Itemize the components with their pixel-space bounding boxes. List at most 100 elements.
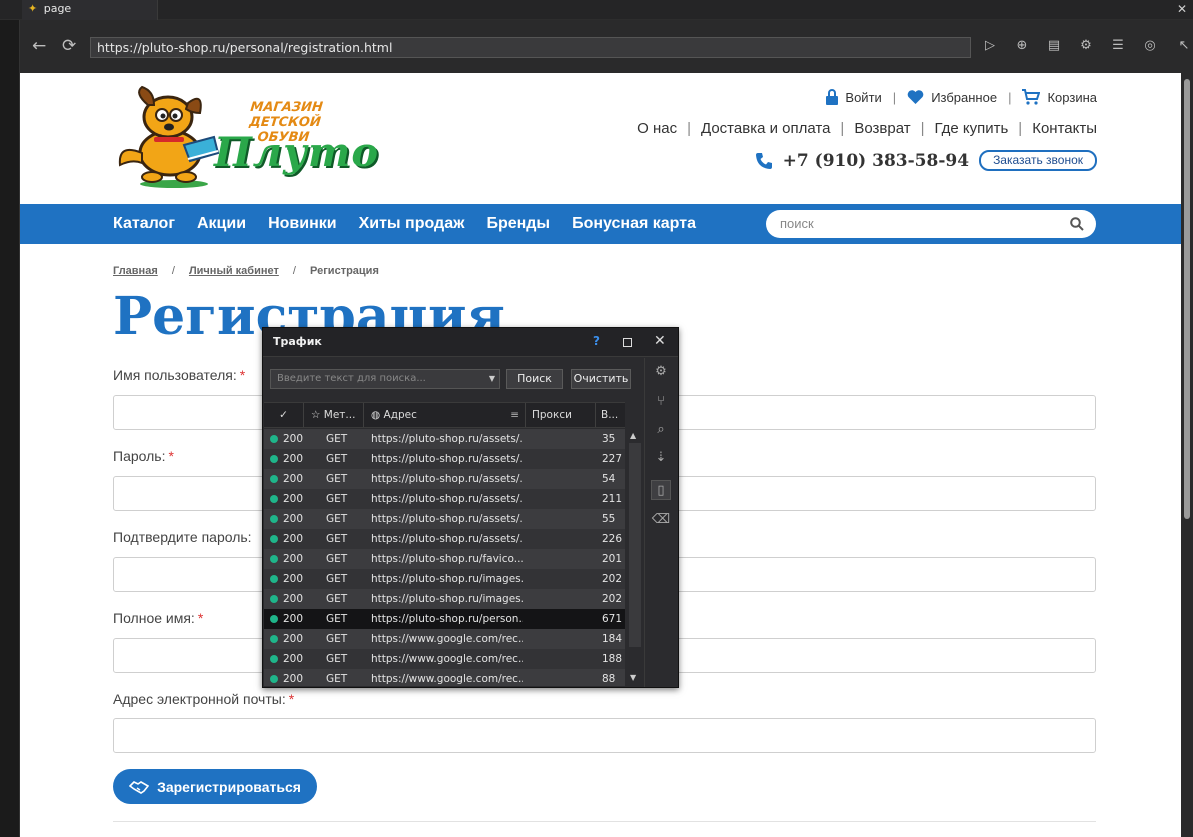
- nav-bestsellers[interactable]: Хиты продаж: [359, 215, 465, 233]
- traffic-row[interactable]: 200 GET https://www.google.com/rec... 184: [264, 629, 625, 649]
- row-size: 35: [602, 433, 616, 445]
- row-status: 200: [283, 533, 304, 545]
- traffic-row[interactable]: 200 GET https://www.google.com/rec... 88: [264, 669, 625, 686]
- traffic-scrollbar[interactable]: ▲ ▼: [627, 429, 643, 686]
- reload-icon[interactable]: ⟳: [62, 37, 76, 55]
- site-logo[interactable]: МАГАЗИН ДЕТСКОЙ ОБУВИ Плуто: [112, 83, 378, 188]
- dog-favicon-icon: ✦: [28, 2, 38, 15]
- search-input[interactable]: поиск: [766, 210, 1096, 238]
- traffic-row[interactable]: 200 GET https://pluto-shop.ru/images... 202: [264, 589, 625, 609]
- divider: [113, 821, 1096, 822]
- tab-title: page: [43, 2, 72, 15]
- info-menu: О нас | Доставка и оплата | Возврат | Гд…: [637, 120, 1097, 137]
- cursor-icon[interactable]: ↖: [1176, 38, 1192, 54]
- size-column[interactable]: В...: [596, 403, 625, 427]
- traffic-row[interactable]: 200 GET https://pluto-shop.ru/assets/... 35: [264, 429, 625, 449]
- nav-new[interactable]: Новинки: [268, 215, 337, 233]
- chevron-down-icon[interactable]: ▼: [489, 370, 495, 388]
- row-status: 200: [283, 473, 304, 485]
- database-icon[interactable]: ☰: [1110, 38, 1126, 54]
- heart-icon: [907, 89, 924, 104]
- traffic-row[interactable]: 200 GET https://pluto-shop.ru/assets/... 22…: [264, 449, 625, 469]
- traffic-search-button[interactable]: Поиск: [506, 369, 563, 389]
- nav-bonus-card[interactable]: Бонусная карта: [572, 215, 696, 233]
- separator: |: [892, 89, 897, 105]
- traffic-row[interactable]: 200 GET https://pluto-shop.ru/assets/... 21…: [264, 489, 625, 509]
- proxy-column[interactable]: Прокси: [526, 403, 596, 427]
- cart-link[interactable]: Корзина: [1022, 89, 1097, 105]
- email-field[interactable]: [113, 718, 1096, 753]
- search-icon[interactable]: ⌕: [651, 420, 671, 440]
- row-method: GET: [326, 493, 348, 505]
- breadcrumb-cabinet[interactable]: Личный кабинет: [189, 265, 279, 277]
- sort-down-icon[interactable]: ⇣: [651, 448, 671, 468]
- row-url: https://www.google.com/rec...: [371, 653, 523, 665]
- traffic-scrollbar-thumb[interactable]: [629, 443, 641, 647]
- row-status: 200: [283, 553, 304, 565]
- row-url: https://pluto-shop.ru/assets/...: [371, 493, 523, 505]
- branch-icon[interactable]: ⑂: [651, 392, 671, 412]
- device-icon[interactable]: ▯: [651, 480, 671, 500]
- method-column[interactable]: ☆ Мет...: [304, 403, 364, 427]
- close-icon[interactable]: ✕: [654, 333, 666, 349]
- scroll-up-icon[interactable]: ▲: [630, 431, 636, 440]
- traffic-clear-button[interactable]: Очистить: [571, 369, 631, 389]
- check-column[interactable]: ✓: [264, 403, 304, 427]
- row-url: https://pluto-shop.ru/assets/...: [371, 513, 523, 525]
- row-status: 200: [283, 453, 304, 465]
- help-icon[interactable]: ?: [593, 334, 600, 348]
- traffic-titlebar[interactable]: Трафик ? ✕: [263, 328, 678, 357]
- login-link[interactable]: Войти: [826, 89, 882, 105]
- traffic-row[interactable]: 200 GET https://pluto-shop.ru/images... 202: [264, 569, 625, 589]
- menu-item-returns[interactable]: Возврат: [854, 120, 910, 137]
- row-method: GET: [326, 613, 348, 625]
- traffic-row[interactable]: 200 GET https://www.google.com/rec... 188: [264, 649, 625, 669]
- browser-tab[interactable]: ✦ page: [22, 0, 158, 20]
- maximize-icon[interactable]: [623, 338, 632, 347]
- address-column[interactable]: ◍ Адрес ≡: [364, 403, 526, 427]
- gear-icon[interactable]: ⚙: [651, 362, 671, 382]
- callback-button[interactable]: Заказать звонок: [979, 150, 1097, 171]
- scrollbar-thumb[interactable]: [1184, 79, 1190, 519]
- back-icon[interactable]: ←: [32, 37, 46, 55]
- add-circle-icon[interactable]: ⊕: [1014, 38, 1030, 54]
- status-ok-icon: [270, 675, 278, 683]
- eraser-icon[interactable]: ⌫: [651, 510, 671, 530]
- nav-catalog[interactable]: Каталог: [113, 215, 175, 233]
- page-scrollbar[interactable]: [1181, 73, 1193, 837]
- traffic-row[interactable]: 200 GET https://pluto-shop.ru/favico... 201: [264, 549, 625, 569]
- cookie-settings-icon[interactable]: ◎: [1142, 38, 1158, 54]
- favorites-link[interactable]: Избранное: [907, 90, 997, 105]
- traffic-row[interactable]: 200 GET https://pluto-shop.ru/person... 671: [264, 609, 625, 629]
- menu-item-about[interactable]: О нас: [637, 120, 677, 137]
- scroll-down-icon[interactable]: ▼: [630, 673, 636, 682]
- required-mark: *: [288, 691, 295, 707]
- menu-item-where-to-buy[interactable]: Где купить: [934, 120, 1008, 137]
- nav-brands[interactable]: Бренды: [486, 215, 550, 233]
- traffic-search-input[interactable]: Введите текст для поиска... ▼: [270, 369, 500, 389]
- menu-item-contacts[interactable]: Контакты: [1032, 120, 1097, 137]
- row-url: https://pluto-shop.ru/favico...: [371, 553, 523, 565]
- row-method: GET: [326, 593, 348, 605]
- scripts-icon[interactable]: ⚙: [1078, 38, 1094, 54]
- breadcrumb: Главная / Личный кабинет / Регистрация: [113, 265, 379, 277]
- nav-sales[interactable]: Акции: [197, 215, 246, 233]
- register-button[interactable]: Зарегистрироваться: [113, 769, 317, 804]
- play-icon[interactable]: ▷: [982, 38, 998, 54]
- traffic-row[interactable]: 200 GET https://pluto-shop.ru/assets/... 55: [264, 509, 625, 529]
- search-icon[interactable]: [1070, 217, 1084, 231]
- separator: |: [1018, 120, 1023, 137]
- breadcrumb-home[interactable]: Главная: [113, 265, 158, 277]
- address-bar[interactable]: https://pluto-shop.ru/personal/registrat…: [90, 37, 971, 58]
- traffic-row[interactable]: 200 GET https://pluto-shop.ru/assets/... 22…: [264, 529, 625, 549]
- close-icon[interactable]: ✕: [1177, 0, 1187, 18]
- fullname-label: Полное имя: *: [113, 610, 204, 626]
- traffic-rows: 200 GET https://pluto-shop.ru/assets/... 35…: [264, 429, 625, 686]
- phone-number[interactable]: +7 (910) 383-58-94: [783, 151, 969, 171]
- row-status: 200: [283, 433, 304, 445]
- traffic-row[interactable]: 200 GET https://pluto-shop.ru/assets/... 54: [264, 469, 625, 489]
- menu-item-delivery[interactable]: Доставка и оплата: [701, 120, 830, 137]
- row-size: 227: [602, 453, 623, 465]
- document-icon[interactable]: ▤: [1046, 38, 1062, 54]
- separator: |: [1008, 89, 1012, 105]
